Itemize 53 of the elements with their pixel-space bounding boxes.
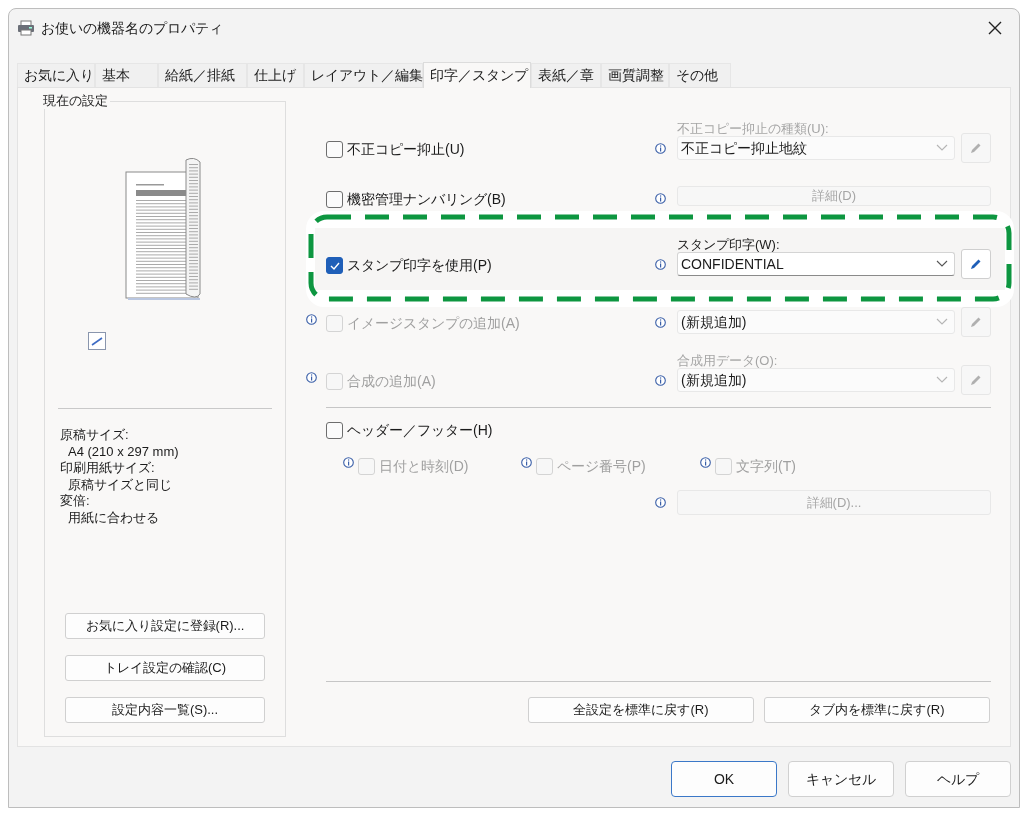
info-icon: [655, 259, 666, 270]
tab[interactable]: お気に入り: [17, 63, 95, 87]
field-label: 合成用データ(O):: [677, 353, 778, 368]
info-icon: [655, 143, 666, 154]
tab[interactable]: 給紙／排紙: [158, 63, 247, 87]
checkbox[interactable]: ヘッダー／フッター(H): [326, 420, 1010, 441]
info-icon: [655, 193, 666, 204]
reset-button[interactable]: タブ内を標準に戻す(R): [764, 697, 990, 723]
info-icon: [655, 497, 666, 508]
tab[interactable]: 印字／スタンプ: [423, 62, 531, 88]
pencil-icon: [969, 315, 983, 329]
info-icon: [655, 317, 666, 328]
setting-value: 原稿サイズと同じ: [67, 476, 173, 493]
printer-icon: [17, 20, 35, 36]
info-icon: [655, 375, 666, 386]
window-title: お使いの機器名のプロパティ: [41, 18, 223, 38]
reset-button[interactable]: 全設定を標準に戻す(R): [528, 697, 754, 723]
tab[interactable]: 画質調整: [601, 63, 669, 87]
setting-value: 用紙に合わせる: [67, 509, 160, 526]
pencil-icon: [969, 141, 983, 155]
info-icon: [343, 457, 354, 468]
chevron-icon: [936, 376, 948, 384]
checkbox[interactable]: スタンプ印字を使用(P): [326, 255, 655, 276]
edit-button[interactable]: [961, 249, 991, 279]
pencil-icon: [969, 257, 983, 271]
chevron-icon: [936, 260, 948, 268]
dialog-button[interactable]: OK: [671, 761, 777, 797]
chevron-icon: [936, 144, 948, 152]
info-icon: [700, 457, 711, 468]
chevron-icon: [936, 318, 948, 326]
action-button[interactable]: 設定内容一覧(S)...: [65, 697, 265, 723]
action-button[interactable]: トレイ設定の確認(C): [65, 655, 265, 681]
tab[interactable]: 仕上げ: [247, 63, 304, 87]
pencil-icon: [969, 373, 983, 387]
setting-value: A4 (210 x 297 mm): [67, 443, 179, 460]
close-icon: [988, 21, 1002, 35]
dialog-button[interactable]: ヘルプ: [905, 761, 1011, 797]
tab[interactable]: 基本: [95, 63, 158, 87]
checkbox[interactable]: 機密管理ナンバリング(B): [326, 189, 655, 210]
setting-label: 原稿サイズ:: [60, 427, 130, 444]
field-label: 不正コピー抑止の種類(U):: [677, 121, 829, 136]
dropdown[interactable]: CONFIDENTIAL: [677, 252, 955, 276]
action-button[interactable]: お気に入り設定に登録(R)...: [65, 613, 265, 639]
checkbox[interactable]: 不正コピー抑止(U): [326, 139, 655, 160]
info-icon: [521, 457, 532, 468]
tab[interactable]: その他: [669, 63, 731, 87]
tab[interactable]: 表紙／章: [531, 63, 601, 87]
tab[interactable]: レイアウト／編集: [304, 63, 423, 87]
setting-label: 変倍:: [60, 493, 91, 510]
field-label: スタンプ印字(W):: [677, 237, 780, 252]
dialog-button[interactable]: キャンセル: [788, 761, 894, 797]
group-title: 現在の設定: [43, 93, 110, 109]
setting-label: 印刷用紙サイズ:: [60, 460, 156, 477]
